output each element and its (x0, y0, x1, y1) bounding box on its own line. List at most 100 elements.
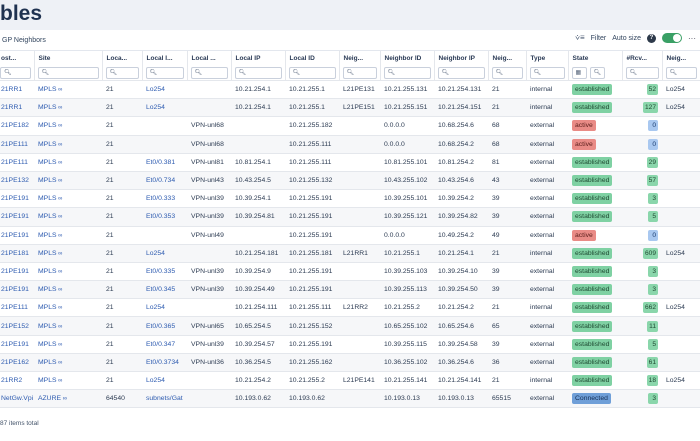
site-link[interactable]: MPLS (38, 86, 57, 93)
column-search-input[interactable]: 🔍︎ (625, 66, 659, 79)
cell-link[interactable]: 21PE191 (1, 341, 29, 348)
cell-link[interactable]: Et0/0.353 (146, 213, 175, 220)
column-search-input[interactable]: 🔍︎ (105, 66, 139, 79)
cell-link[interactable]: 21RR1 (1, 104, 22, 111)
cell-link[interactable]: Et0/0.381 (146, 159, 175, 166)
cell-link[interactable]: Lo254 (146, 250, 165, 257)
column-search-input[interactable]: 🔍︎ (589, 66, 605, 79)
filter-icon[interactable]: ⩒≡ (575, 33, 585, 43)
table-row[interactable]: 21RR1 MPLS ∞ 21 Lo254 10.21.254.1 10.21.255.1… (0, 80, 700, 100)
site-link[interactable]: MPLS (38, 213, 57, 220)
column-header[interactable]: Neighbor IP (434, 51, 489, 65)
table-row[interactable]: 21PE162 MPLS ∞ 21 Et0/0.3734 VPN-unl36 10.36.… (0, 353, 700, 373)
autosize-toggle[interactable] (662, 33, 682, 43)
cell-link[interactable]: 21PE162 (1, 359, 29, 366)
cell-link[interactable]: 21PE181 (1, 250, 29, 257)
column-search-input[interactable]: 🔍︎ (491, 66, 523, 79)
cell-link[interactable]: 21RR2 (1, 377, 22, 384)
cell-link[interactable]: subnets/Gat (146, 395, 183, 402)
site-link[interactable]: MPLS (38, 377, 57, 384)
cell-link[interactable]: Lo254 (146, 104, 165, 111)
site-link[interactable]: MPLS (38, 250, 57, 257)
cell-link[interactable]: Lo254 (146, 304, 165, 311)
table-row[interactable]: 21PE191 MPLS ∞ 21 VPN-unl49 10.21.255.191 0.0… (0, 226, 700, 245)
cell-link[interactable]: 21PE191 (1, 213, 29, 220)
column-header[interactable]: Neig... (662, 51, 700, 65)
site-link[interactable]: MPLS (38, 359, 57, 366)
cell-link[interactable]: Et0/0.345 (146, 286, 175, 293)
filter-button[interactable]: Filter (591, 35, 607, 42)
table-row[interactable]: 21PE191 MPLS ∞ 21 Et0/0.333 VPN-unl39 10.39.2… (0, 189, 700, 209)
cell-link[interactable]: Lo254 (146, 377, 165, 384)
column-search-input[interactable]: 🔍︎ (0, 66, 31, 79)
site-link[interactable]: AZURE (38, 395, 61, 402)
cell-link[interactable]: 21PE191 (1, 195, 29, 202)
table-row[interactable]: 21RR1 MPLS ∞ 21 Lo254 10.21.254.1 10.21.255.1… (0, 98, 700, 118)
cell-link[interactable]: 21PE152 (1, 323, 29, 330)
cell-link[interactable]: Et0/0.335 (146, 268, 175, 275)
column-header[interactable]: Local ID (285, 51, 340, 65)
site-link[interactable]: MPLS (38, 341, 57, 348)
cell-link[interactable]: 21RR1 (1, 86, 22, 93)
cell-link[interactable]: 21PE182 (1, 122, 29, 129)
cell-link[interactable]: 21PE191 (1, 286, 29, 293)
cell-link[interactable]: Et0/0.333 (146, 195, 175, 202)
column-search-input[interactable]: 🔍︎ (342, 66, 377, 79)
table-row[interactable]: 21PE152 MPLS ∞ 21 Et0/0.365 VPN-unl65 10.65.2… (0, 316, 700, 336)
state-filter-options[interactable]: ▦ (571, 66, 587, 79)
table-row[interactable]: 21PE191 MPLS ∞ 21 Et0/0.335 VPN-unl39 10.39.2… (0, 262, 700, 282)
cell-link[interactable]: Et0/0.3734 (146, 359, 179, 366)
cell-link[interactable]: Et0/0.365 (146, 323, 175, 330)
column-header[interactable]: Site (34, 51, 103, 65)
table-row[interactable]: 21PE132 MPLS ∞ 21 Et0/0.734 VPN-unl43 10.43.2… (0, 171, 700, 191)
column-header[interactable]: Local I... (142, 51, 188, 65)
site-link[interactable]: MPLS (38, 122, 57, 129)
cell-link[interactable]: 21PE191 (1, 232, 29, 239)
cell-link[interactable]: 21PE191 (1, 268, 29, 275)
table-row[interactable]: 21PE191 MPLS ∞ 21 Et0/0.347 VPN-unl39 10.39.2… (0, 335, 700, 354)
column-header[interactable]: State (568, 51, 623, 65)
column-header[interactable]: Neighbor ID (380, 51, 435, 65)
cell-link[interactable]: 21PE132 (1, 177, 29, 184)
table-row[interactable]: 21PE191 MPLS ∞ 21 Et0/0.345 VPN-unl39 10.39.2… (0, 280, 700, 300)
column-search-input[interactable]: 🔍︎ (437, 66, 485, 79)
site-link[interactable]: MPLS (38, 159, 57, 166)
cell-link[interactable]: Lo254 (146, 86, 165, 93)
site-link[interactable]: MPLS (38, 104, 57, 111)
cell-link[interactable]: 21PE111 (1, 159, 28, 166)
site-link[interactable]: MPLS (38, 286, 57, 293)
column-search-input[interactable]: 🔍︎ (145, 66, 184, 79)
site-link[interactable]: MPLS (38, 177, 57, 184)
column-header[interactable]: ost... (0, 51, 35, 65)
column-search-input[interactable]: 🔍︎ (529, 66, 565, 79)
column-search-input[interactable]: 🔍︎ (234, 66, 282, 79)
site-link[interactable]: MPLS (38, 232, 57, 239)
help-icon[interactable]: ? (647, 33, 656, 43)
site-link[interactable]: MPLS (38, 141, 57, 148)
column-header[interactable]: #Rcv... (622, 51, 663, 65)
column-header[interactable]: Neig... (339, 51, 381, 65)
column-header[interactable]: Neig... (488, 51, 527, 65)
more-options-icon[interactable]: ··· (688, 34, 696, 43)
table-row[interactable]: 21PE111 MPLS ∞ 21 Lo254 10.21.254.111 10.21.2… (0, 298, 700, 318)
cell-link[interactable]: 21PE111 (1, 141, 28, 148)
site-link[interactable]: MPLS (38, 195, 57, 202)
table-row[interactable]: 21PE181 MPLS ∞ 21 Lo254 10.21.254.181 10.21.2… (0, 244, 700, 263)
column-search-input[interactable]: 🔍︎ (190, 66, 228, 79)
table-row[interactable]: 21RR2 MPLS ∞ 21 Lo254 10.21.254.2 10.21.255.2… (0, 371, 700, 391)
column-search-input[interactable]: 🔍︎ (288, 66, 336, 79)
column-header[interactable]: Local IP (231, 51, 286, 65)
table-row[interactable]: 21PE111 MPLS ∞ 21 VPN-unl68 10.21.255.111 0.0… (0, 135, 700, 154)
site-link[interactable]: MPLS (38, 304, 57, 311)
column-header[interactable]: Type (526, 51, 569, 65)
cell-link[interactable]: Et0/0.734 (146, 177, 175, 184)
site-link[interactable]: MPLS (38, 268, 57, 275)
column-header[interactable]: Local ... (187, 51, 232, 65)
column-search-input[interactable]: 🔍︎ (37, 66, 99, 79)
column-search-input[interactable]: 🔍︎ (665, 66, 697, 79)
site-link[interactable]: MPLS (38, 323, 57, 330)
cell-link[interactable]: Et0/0.347 (146, 341, 175, 348)
column-search-input[interactable]: 🔍︎ (383, 66, 431, 79)
cell-link[interactable]: NetGw.Vpi (1, 395, 33, 402)
cell-link[interactable]: 21PE111 (1, 304, 28, 311)
